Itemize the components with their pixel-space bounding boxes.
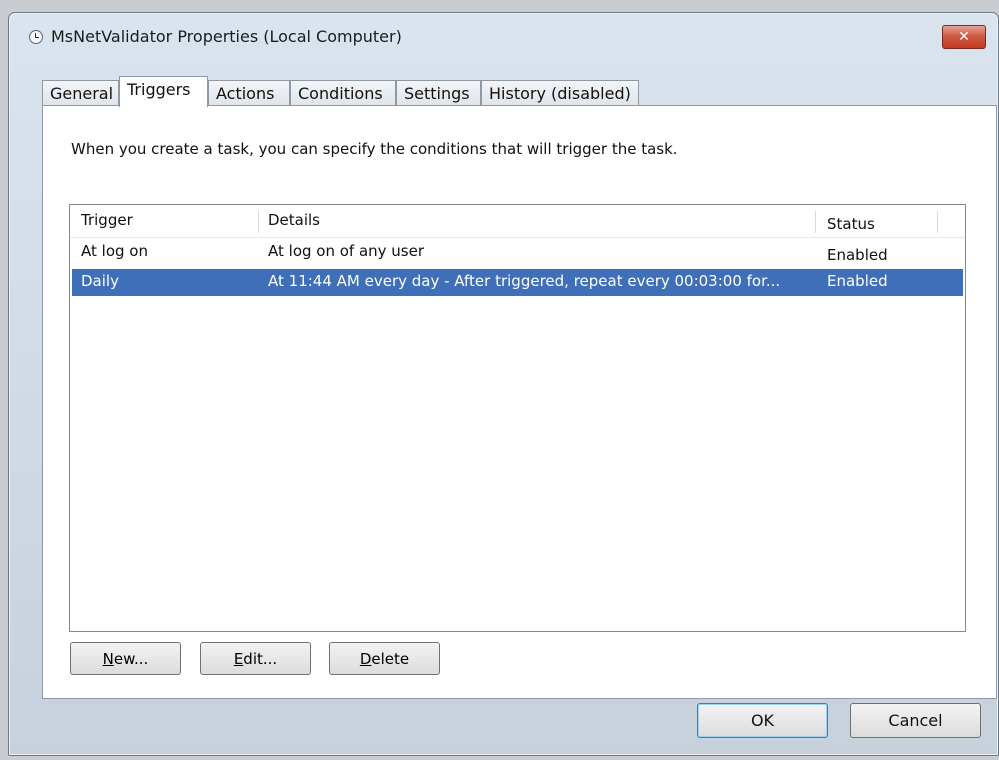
- list-header: Trigger Details Status: [70, 205, 965, 238]
- delete-trigger-button[interactable]: Delete: [329, 642, 440, 675]
- window-title: MsNetValidator Properties (Local Compute…: [51, 27, 402, 46]
- clock-icon: [29, 30, 43, 44]
- column-divider[interactable]: [258, 211, 259, 233]
- column-header-status[interactable]: Status: [827, 215, 875, 233]
- title-bar[interactable]: MsNetValidator Properties (Local Compute…: [9, 13, 998, 57]
- tab-history[interactable]: History (disabled): [481, 80, 639, 106]
- details-cell: At 11:44 AM every day - After triggered,…: [268, 272, 781, 290]
- column-header-trigger[interactable]: Trigger: [81, 211, 133, 229]
- tab-general[interactable]: General: [42, 80, 119, 106]
- status-cell: Enabled: [827, 246, 888, 264]
- new-trigger-button[interactable]: New...: [70, 642, 181, 675]
- trigger-cell: Daily: [81, 272, 119, 290]
- tab-actions[interactable]: Actions: [208, 80, 290, 106]
- tab-conditions[interactable]: Conditions: [290, 80, 396, 106]
- triggers-panel: When you create a task, you can specify …: [42, 105, 997, 699]
- cancel-button[interactable]: Cancel: [850, 703, 981, 738]
- table-row[interactable]: At log on At log on of any user Enabled: [72, 239, 963, 266]
- column-divider[interactable]: [815, 211, 816, 233]
- close-icon: ✕: [958, 29, 970, 45]
- edit-label: dit...: [243, 649, 278, 668]
- column-divider[interactable]: [937, 211, 938, 233]
- new-label: ew...: [113, 649, 149, 668]
- triggers-list[interactable]: Trigger Details Status At log on At log …: [69, 204, 966, 632]
- ok-button[interactable]: OK: [697, 703, 828, 738]
- tab-settings[interactable]: Settings: [396, 80, 481, 106]
- properties-dialog: MsNetValidator Properties (Local Compute…: [8, 12, 999, 756]
- edit-trigger-button[interactable]: Edit...: [200, 642, 311, 675]
- tab-triggers[interactable]: Triggers: [119, 76, 208, 107]
- details-cell: At log on of any user: [268, 242, 425, 260]
- table-row[interactable]: Daily At 11:44 AM every day - After trig…: [72, 269, 963, 296]
- delete-label: elete: [371, 649, 410, 668]
- edit-accelerator: E: [233, 649, 244, 668]
- trigger-cell: At log on: [81, 242, 148, 260]
- new-accelerator: N: [102, 649, 114, 668]
- delete-accelerator: D: [359, 649, 372, 668]
- close-button[interactable]: ✕: [942, 25, 986, 49]
- status-cell: Enabled: [827, 272, 888, 290]
- column-header-details[interactable]: Details: [268, 211, 320, 229]
- intro-text: When you create a task, you can specify …: [71, 140, 678, 158]
